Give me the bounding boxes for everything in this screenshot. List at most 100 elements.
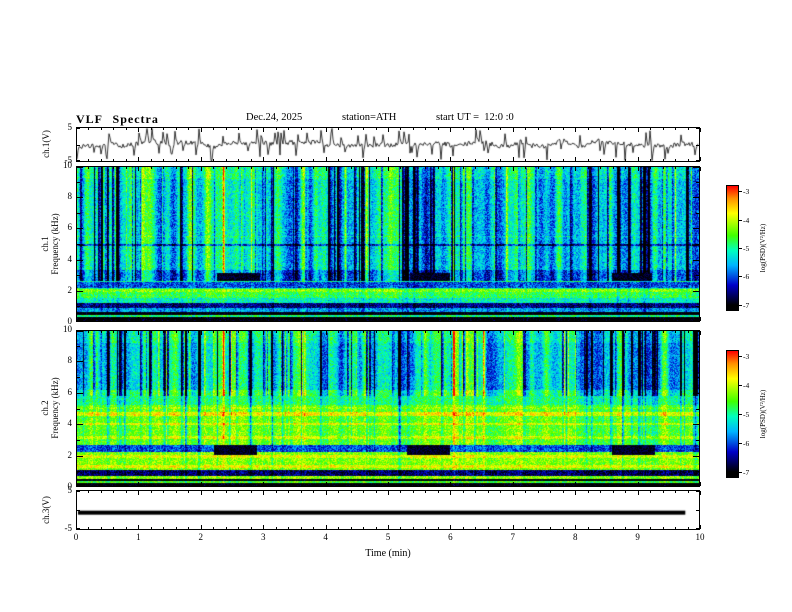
x-tick [525, 484, 527, 486]
colorbar-tick-label: -4 [743, 381, 750, 391]
x-tick [325, 525, 327, 529]
y-tick [693, 392, 699, 394]
x-tick [238, 491, 240, 493]
x-tick [575, 482, 577, 486]
x-tick [537, 331, 539, 333]
x-tick [238, 319, 240, 321]
x-tick [150, 484, 152, 486]
x-tick [150, 491, 152, 493]
x-tick [612, 491, 614, 493]
x-tick [412, 491, 414, 493]
x-tick [700, 331, 701, 335]
y-tick [77, 290, 83, 292]
x-tick [313, 484, 315, 486]
x-tick [475, 159, 477, 161]
x-tick [425, 491, 427, 493]
x-tick [462, 331, 464, 333]
x-tick [612, 319, 614, 321]
x-tick [662, 159, 664, 161]
x-tick [300, 159, 302, 161]
x-tick [650, 128, 652, 130]
x-tick [637, 331, 639, 335]
x-tick [163, 484, 165, 486]
y-tick [693, 320, 699, 321]
x-tick [700, 482, 701, 486]
x-tick [487, 159, 489, 161]
y-tick-label: 8 [67, 191, 73, 202]
y-tick [77, 212, 80, 214]
x-tick [200, 482, 202, 486]
x-tick [300, 128, 302, 130]
x-tick [537, 167, 539, 169]
x-tick [325, 157, 327, 161]
y-tick-label: -5 [64, 155, 73, 165]
x-tick [487, 128, 489, 130]
x-tick [500, 484, 502, 486]
y-tick [693, 455, 699, 457]
y-tick [77, 275, 80, 277]
x-tick [138, 482, 140, 486]
x-tick [650, 331, 652, 333]
y-tick [696, 528, 699, 529]
x-tick [263, 317, 265, 321]
ch1-spectrogram-ylabel-channel: ch.1 [40, 236, 50, 252]
x-tick [88, 319, 90, 321]
x-tick [662, 484, 664, 486]
x-axis-title: Time (min) [365, 548, 411, 559]
x-tick [500, 527, 502, 529]
x-tick [512, 331, 514, 335]
x-tick [475, 491, 477, 493]
ch3-waveform-ylabel: ch.3(V) [41, 496, 51, 524]
x-tick [238, 167, 240, 169]
x-tick [675, 527, 677, 529]
y-tick [77, 408, 80, 410]
colorbar-ch1 [726, 185, 739, 311]
x-tick [338, 491, 340, 493]
x-tick [625, 331, 627, 333]
x-tick [550, 527, 552, 529]
y-tick [693, 259, 699, 261]
x-tick [388, 482, 389, 486]
y-tick [696, 510, 699, 511]
x-tick [350, 484, 352, 486]
x-tick [213, 167, 215, 169]
x-tick [375, 527, 377, 529]
x-tick [450, 331, 452, 335]
x-tick [88, 527, 90, 529]
x-tick [350, 159, 352, 161]
x-tick [687, 527, 689, 529]
x-tick [537, 128, 539, 130]
x-tick [113, 527, 115, 529]
x-tick-label: 1 [136, 532, 141, 542]
x-tick [263, 491, 265, 495]
x-tick [375, 319, 377, 321]
x-tick [512, 128, 514, 132]
x-tick [138, 128, 140, 132]
x-tick [575, 525, 577, 529]
x-tick [575, 317, 577, 321]
x-tick [575, 157, 577, 161]
x-tick [487, 491, 489, 493]
x-tick [450, 128, 452, 132]
x-tick-label: 5 [385, 532, 391, 542]
x-tick [600, 128, 602, 130]
x-tick [375, 484, 377, 486]
x-tick [163, 527, 165, 529]
x-tick [700, 157, 701, 161]
x-tick [338, 159, 340, 161]
x-tick [550, 331, 552, 333]
x-tick [188, 159, 190, 161]
x-tick [537, 159, 539, 161]
x-tick [400, 128, 402, 130]
x-tick [350, 319, 352, 321]
x-tick [700, 167, 701, 171]
y-tick [77, 377, 80, 379]
x-tick [238, 331, 240, 333]
x-tick [300, 319, 302, 321]
colorbar-tick [739, 442, 742, 444]
x-tick [400, 331, 402, 333]
x-tick [550, 319, 552, 321]
x-tick [700, 128, 701, 132]
x-tick [487, 527, 489, 529]
x-tick [288, 319, 290, 321]
